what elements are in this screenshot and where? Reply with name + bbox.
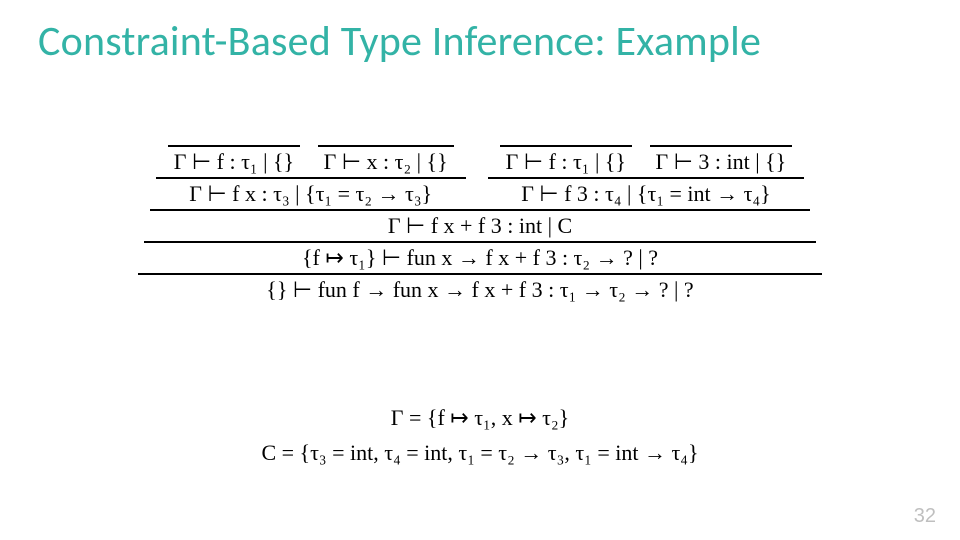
judgment-fun-f: {} ⊢ fun f → fun x → f x + f 3 : τ₁ → τ₂…	[138, 273, 823, 303]
rule-app-f3: Γ ⊢ f : τ₁ | {} Γ ⊢ 3 : int | {} Γ ⊢ f 3…	[488, 145, 805, 207]
definitions: Γ = {f ↦ τ₁, x ↦ τ₂} C = {τ₃ = int, τ₄ =…	[0, 400, 960, 470]
axiom-f-right: Γ ⊢ f : τ₁ | {}	[500, 145, 632, 175]
axiom-3: Γ ⊢ 3 : int | {}	[650, 145, 793, 175]
axiom-f-left: Γ ⊢ f : τ₁ | {}	[168, 145, 300, 175]
judgment-f3: Γ ⊢ f 3 : τ₄ | {τ₁ = int → τ₄}	[488, 177, 805, 207]
page-title: Constraint-Based Type Inference: Example	[38, 16, 761, 67]
rule-fun-x: Γ ⊢ f : τ₁ | {} Γ ⊢ x : τ₂ | {} Γ ⊢ f x …	[144, 145, 817, 271]
rule-plus: Γ ⊢ f : τ₁ | {} Γ ⊢ x : τ₂ | {} Γ ⊢ f x …	[150, 145, 811, 239]
axiom-x: Γ ⊢ x : τ₂ | {}	[318, 145, 454, 175]
derivation-tree: Γ ⊢ f : τ₁ | {} Γ ⊢ x : τ₂ | {} Γ ⊢ f x …	[0, 145, 960, 303]
c-def: C = {τ₃ = int, τ₄ = int, τ₁ = τ₂ → τ₃, τ…	[0, 435, 960, 470]
gamma-def: Γ = {f ↦ τ₁, x ↦ τ₂}	[0, 400, 960, 435]
judgment-fun-x: {f ↦ τ₁} ⊢ fun x → f x + f 3 : τ₂ → ? | …	[144, 241, 817, 271]
rule-app-fx: Γ ⊢ f : τ₁ | {} Γ ⊢ x : τ₂ | {} Γ ⊢ f x …	[156, 145, 466, 207]
slide-number: 32	[914, 505, 936, 528]
slide: Constraint-Based Type Inference: Example…	[0, 0, 960, 540]
rule-fun-f: Γ ⊢ f : τ₁ | {} Γ ⊢ x : τ₂ | {} Γ ⊢ f x …	[138, 145, 823, 303]
judgment-sum: Γ ⊢ f x + f 3 : int | C	[150, 209, 811, 239]
judgment-fx: Γ ⊢ f x : τ₃ | {τ₁ = τ₂ → τ₃}	[156, 177, 466, 207]
